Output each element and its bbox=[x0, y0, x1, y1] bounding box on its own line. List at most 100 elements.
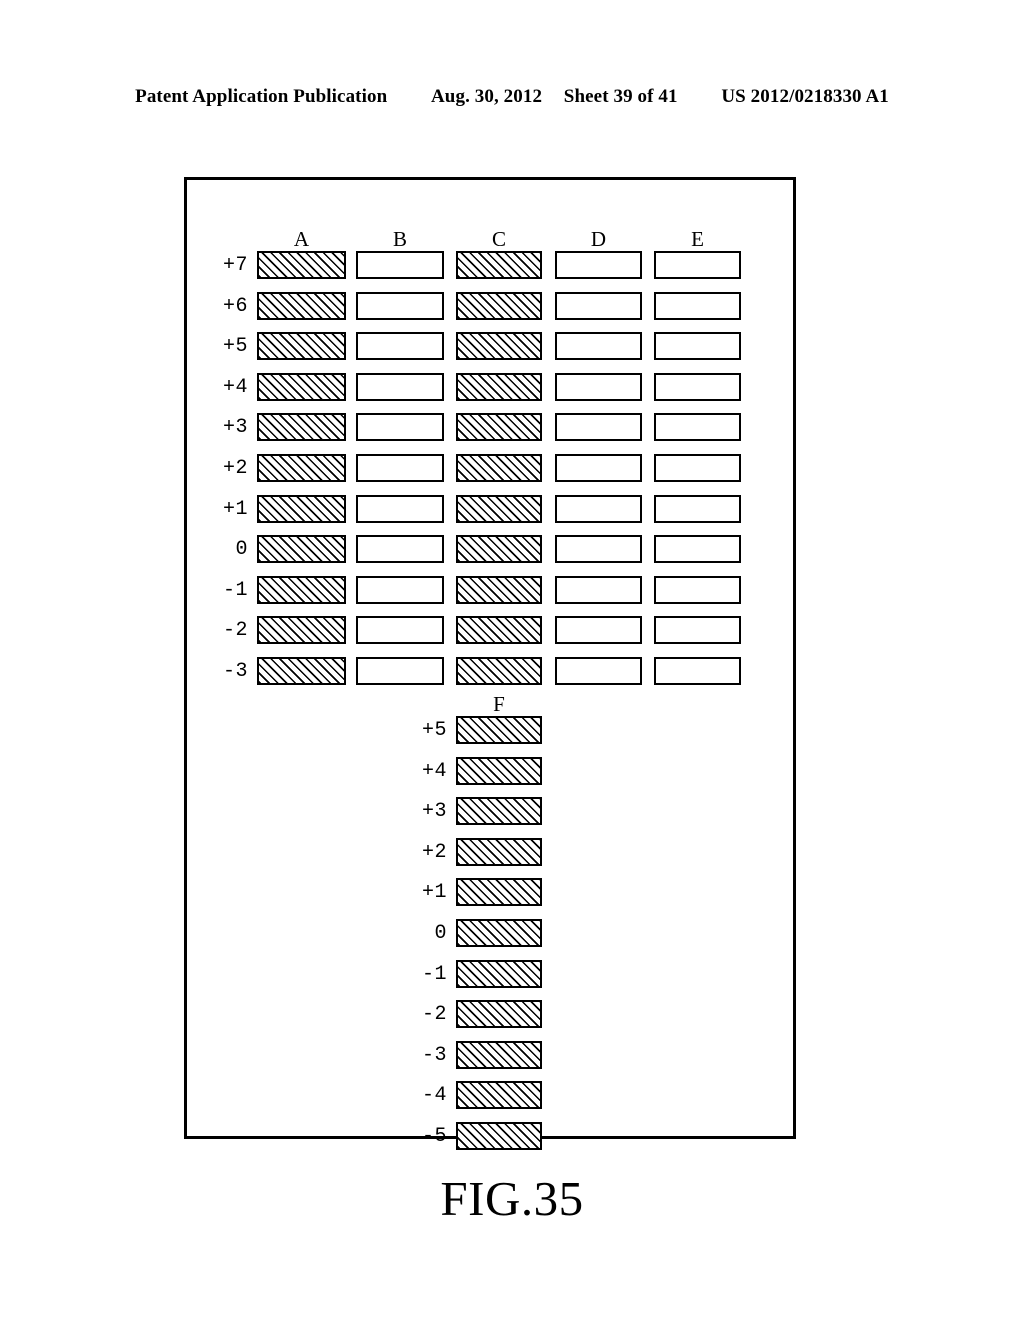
cell-b-row-m2 bbox=[356, 616, 444, 645]
cell-b-row-p3 bbox=[356, 413, 444, 442]
cell-b-row-p1 bbox=[356, 494, 444, 523]
page-header: Patent Application Publication Aug. 30, … bbox=[0, 86, 1024, 108]
header-sheet-text: Sheet 39 of 41 bbox=[563, 86, 678, 107]
cell-c-row-p7 bbox=[456, 251, 542, 279]
cell-c-row-m3 bbox=[456, 657, 542, 685]
cell-f-row-p2 bbox=[456, 837, 542, 866]
row-label-upper-m3: -3 bbox=[222, 660, 248, 683]
cell-d-row-p7 bbox=[555, 251, 642, 279]
cell-a-row-m2 bbox=[257, 616, 346, 645]
row-label-upper-p3: +3 bbox=[222, 416, 248, 440]
row-label-lower-m1: -1 bbox=[421, 962, 447, 986]
cell-e-row-0 bbox=[654, 535, 741, 564]
cell-b-row-m1 bbox=[356, 575, 444, 604]
cell-e-row-p7 bbox=[654, 251, 741, 279]
cell-d-row-0 bbox=[555, 535, 642, 564]
cell-c-row-m1 bbox=[456, 575, 542, 604]
cell-d-row-m2 bbox=[555, 616, 642, 645]
column-header-f: F bbox=[493, 692, 505, 716]
cell-d-row-p2 bbox=[555, 454, 642, 482]
cell-a-row-p2 bbox=[257, 454, 346, 482]
row-label-lower-m3: -3 bbox=[421, 1043, 447, 1067]
cell-b-row-p6 bbox=[356, 291, 444, 320]
cell-a-row-p1 bbox=[257, 494, 346, 523]
cell-e-row-m3 bbox=[654, 657, 741, 685]
cell-c-row-p4 bbox=[456, 372, 542, 401]
cell-f-row-m1 bbox=[456, 959, 542, 988]
column-header-c: C bbox=[491, 227, 506, 251]
cell-c-row-p6 bbox=[456, 291, 542, 320]
cell-e-row-m2 bbox=[654, 616, 741, 645]
column-header-e: E bbox=[691, 227, 704, 251]
cell-e-row-p4 bbox=[654, 372, 741, 401]
cell-a-row-0 bbox=[257, 535, 346, 564]
cell-e-row-p2 bbox=[654, 454, 741, 482]
cell-b-row-p2 bbox=[356, 454, 444, 482]
column-header-b: B bbox=[392, 227, 407, 251]
cell-b-row-m3 bbox=[356, 657, 444, 685]
cell-a-row-p6 bbox=[257, 291, 346, 320]
figure-caption: FIG.35 bbox=[440, 1171, 584, 1226]
cell-f-row-m4 bbox=[456, 1081, 542, 1110]
row-label-upper-m1: -1 bbox=[222, 578, 248, 602]
cell-f-row-m5 bbox=[456, 1122, 542, 1150]
row-label-lower-p5: +5 bbox=[421, 719, 447, 742]
cell-a-row-m1 bbox=[257, 575, 346, 604]
cell-e-row-p1 bbox=[654, 494, 741, 523]
row-label-lower-m4: -4 bbox=[421, 1084, 447, 1108]
cell-b-row-p7 bbox=[356, 251, 444, 279]
row-label-upper-0: 0 bbox=[235, 538, 248, 562]
row-label-lower-m5: -5 bbox=[421, 1125, 447, 1148]
cell-d-row-p4 bbox=[555, 372, 642, 401]
cell-e-row-m1 bbox=[654, 575, 741, 604]
cell-b-row-p5 bbox=[356, 332, 444, 361]
cell-a-row-m3 bbox=[257, 657, 346, 685]
cell-f-row-p1 bbox=[456, 878, 542, 907]
cell-c-row-p1 bbox=[456, 494, 542, 523]
cell-a-row-p5 bbox=[257, 332, 346, 361]
cell-d-row-m1 bbox=[555, 575, 642, 604]
cell-f-row-m3 bbox=[456, 1040, 542, 1069]
cell-f-row-p4 bbox=[456, 756, 542, 785]
cell-c-row-p2 bbox=[456, 454, 542, 482]
cell-c-row-p5 bbox=[456, 332, 542, 361]
cell-e-row-p5 bbox=[654, 332, 741, 361]
cell-a-row-p3 bbox=[257, 413, 346, 442]
header-date-text: Aug. 30, 2012 bbox=[430, 86, 543, 107]
cell-b-row-0 bbox=[356, 535, 444, 564]
column-header-a: A bbox=[293, 227, 310, 251]
row-label-lower-p4: +4 bbox=[421, 759, 447, 783]
row-label-upper-p1: +1 bbox=[222, 497, 248, 521]
row-label-lower-p1: +1 bbox=[421, 881, 447, 905]
row-label-upper-p2: +2 bbox=[222, 457, 248, 480]
row-label-upper-m2: -2 bbox=[222, 619, 248, 643]
cell-c-row-0 bbox=[456, 535, 542, 564]
cell-f-row-p3 bbox=[456, 797, 542, 826]
row-label-lower-p3: +3 bbox=[421, 800, 447, 824]
cell-c-row-m2 bbox=[456, 616, 542, 645]
cell-d-row-m3 bbox=[555, 657, 642, 685]
cell-b-row-p4 bbox=[356, 372, 444, 401]
row-label-lower-m2: -2 bbox=[421, 1003, 447, 1027]
row-label-upper-p5: +5 bbox=[222, 335, 248, 359]
cell-c-row-p3 bbox=[456, 413, 542, 442]
cell-e-row-p6 bbox=[654, 291, 741, 320]
header-publication-text: Patent Application Publication bbox=[135, 86, 388, 107]
cell-d-row-p5 bbox=[555, 332, 642, 361]
cell-d-row-p6 bbox=[555, 291, 642, 320]
cell-f-row-0 bbox=[456, 919, 542, 947]
cell-a-row-p4 bbox=[257, 372, 346, 401]
cell-f-row-m2 bbox=[456, 1000, 542, 1029]
row-label-lower-0: 0 bbox=[434, 922, 447, 945]
cell-e-row-p3 bbox=[654, 413, 741, 442]
row-label-upper-p6: +6 bbox=[222, 294, 248, 318]
cell-a-row-p7 bbox=[257, 251, 346, 279]
figure-border-frame: A B C D E +7 +6 +5 +4 +3 +2 +1 0 -1 -2 -3 F +5 +4 +3 +2 +1… bbox=[184, 177, 796, 1150]
row-label-upper-p7: +7 bbox=[222, 254, 248, 277]
cell-d-row-p1 bbox=[555, 494, 642, 523]
row-label-upper-p4: +4 bbox=[222, 375, 248, 399]
cell-f-row-p5 bbox=[456, 716, 542, 744]
column-header-d: D bbox=[590, 227, 607, 251]
header-document-number: US 2012/0218330 A1 bbox=[721, 86, 889, 107]
cell-d-row-p3 bbox=[555, 413, 642, 442]
